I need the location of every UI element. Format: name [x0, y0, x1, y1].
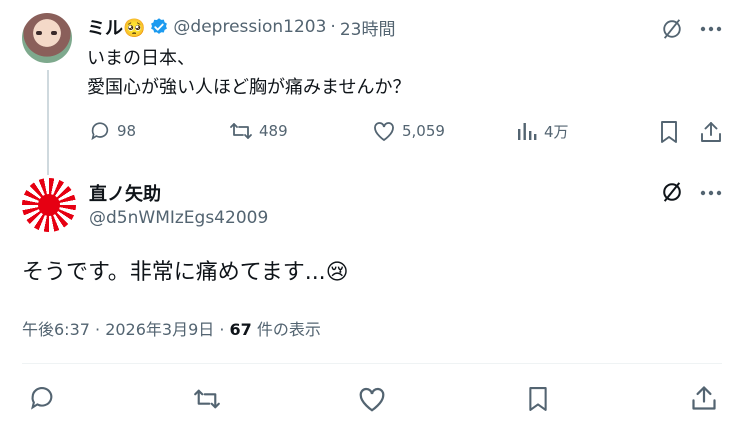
- reply-icon: [89, 120, 111, 142]
- share-icon[interactable]: [699, 120, 723, 144]
- reply-count: 98: [117, 122, 137, 140]
- like-count-button[interactable]: 5,059: [372, 120, 445, 142]
- heart-icon[interactable]: [357, 385, 387, 413]
- reply-icon[interactable]: [28, 384, 56, 412]
- heart-icon: [372, 120, 396, 142]
- parent-text-line-1: いまの日本、: [87, 48, 195, 69]
- views-count: 4万: [544, 122, 569, 141]
- retweet-icon: [229, 120, 253, 142]
- retweet-icon[interactable]: [192, 386, 222, 412]
- reply-timestamp-row: 午後6:37 · 2026年3月9日 · 67 件の表示: [22, 316, 321, 340]
- parent-text-line-2: 愛国心が強い人ほど胸が痛みませんか？: [87, 77, 411, 98]
- reply-handle[interactable]: @d5nWMIzEgs42009: [89, 208, 268, 228]
- parent-display-name[interactable]: ミル🥺: [87, 14, 145, 40]
- thread-connector-line: [47, 70, 49, 175]
- reply-timestamp[interactable]: 午後6:37 · 2026年3月9日 ·: [22, 320, 230, 339]
- handle-time-separator: ·: [330, 17, 336, 37]
- reply-tweet-text: そうです。非常に痛めてます...😢: [22, 260, 349, 285]
- more-options-icon[interactable]: [698, 181, 724, 205]
- parent-avatar[interactable]: [22, 13, 72, 63]
- reply-count-button[interactable]: 98: [89, 120, 136, 142]
- parent-time[interactable]: 23時間: [340, 15, 396, 40]
- analytics-icon: [516, 120, 538, 142]
- retweet-count: 489: [259, 122, 288, 140]
- like-count: 5,059: [402, 122, 445, 140]
- reply-view-count[interactable]: 67: [230, 320, 252, 339]
- reply-view-label: 件の表示: [251, 320, 321, 339]
- parent-tweet-text: いまの日本、 愛国心が強い人ほど胸が痛みませんか？: [87, 44, 410, 102]
- retweet-count-button[interactable]: 489: [229, 120, 288, 142]
- share-icon[interactable]: [690, 384, 718, 412]
- grok-icon[interactable]: [661, 18, 683, 40]
- bookmark-icon[interactable]: [526, 385, 550, 413]
- verified-badge-icon: [149, 17, 169, 37]
- more-options-icon[interactable]: [698, 17, 724, 41]
- views-count-button[interactable]: 4万: [516, 120, 569, 142]
- bookmark-icon[interactable]: [658, 120, 680, 144]
- parent-handle[interactable]: @depression1203: [173, 17, 326, 37]
- grok-icon[interactable]: [661, 181, 683, 203]
- reply-display-name[interactable]: 直ノ矢助: [89, 180, 161, 206]
- reply-avatar[interactable]: [22, 178, 76, 232]
- divider: [22, 363, 722, 364]
